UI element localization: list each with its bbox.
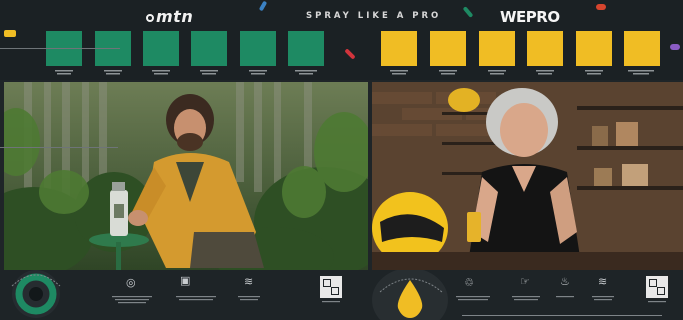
footer-fine-print (11, 274, 666, 316)
photo-woman-workshop-illustration (372, 82, 683, 270)
leader-line (0, 48, 120, 49)
swatch-labels (55, 70, 654, 75)
header: mtn SPRAY LIKE A PRO WEPRO (0, 0, 683, 80)
footer: ◎ ▣ ≋ ♲ ☞ ♨ ≋ (0, 270, 683, 320)
leader-line (0, 147, 118, 148)
photo-man-garden-illustration (4, 82, 368, 270)
photo-woman-workshop (372, 82, 683, 270)
photo-man-garden (4, 82, 368, 270)
product-display-panel: mtn SPRAY LIKE A PRO WEPRO ◎ ▣ ≋ ♲ ☞ ♨ ≋ (0, 0, 683, 320)
